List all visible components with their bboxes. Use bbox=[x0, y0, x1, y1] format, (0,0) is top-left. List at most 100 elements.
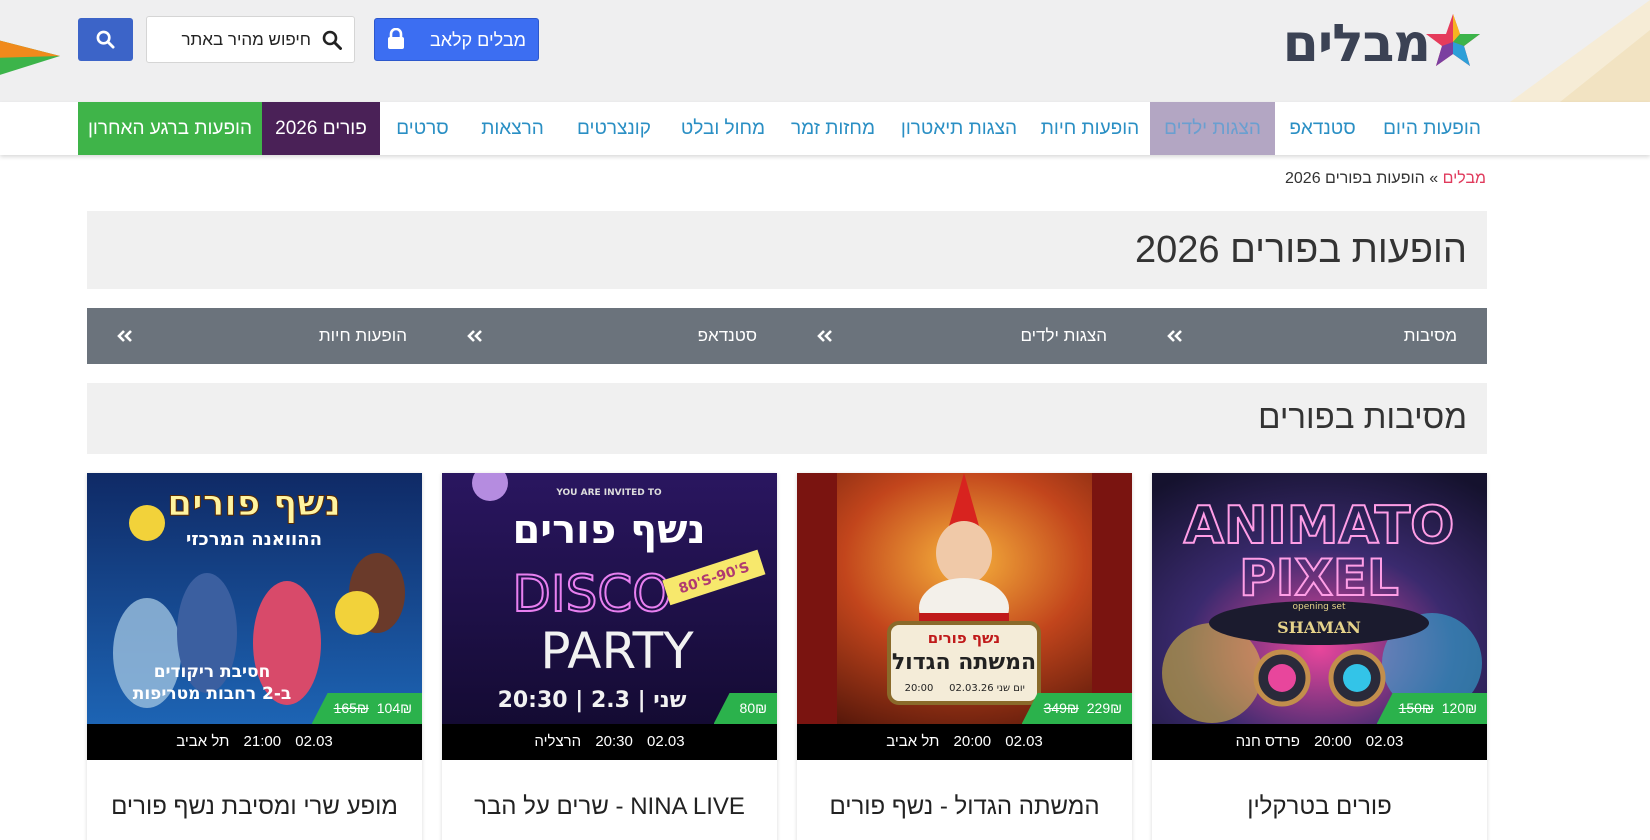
poster-subtitle-line: YOU ARE INVITED TO bbox=[555, 488, 662, 498]
event-date: 02.03 bbox=[1365, 733, 1404, 750]
event-info-bar: 02.03 20:00 פרדס חנה bbox=[1152, 724, 1487, 760]
nav-item-last-minute[interactable]: הופעות ברגע האחרון bbox=[78, 102, 262, 155]
event-city: תל אביב bbox=[176, 733, 230, 750]
poster-title-line: נשף פורים bbox=[512, 507, 705, 553]
price-current: 104₪ bbox=[376, 700, 412, 716]
subnav-label: סטנדאפ bbox=[697, 326, 757, 345]
event-card[interactable]: נשף פורים המשתה הגדול 02.03.26 יום שני 2… bbox=[797, 473, 1132, 840]
event-info-bar: 02.03 21:00 תל אביב bbox=[87, 724, 422, 760]
event-time: 20:30 bbox=[595, 733, 633, 750]
section-title: מסיבות בפורים bbox=[1258, 398, 1467, 435]
nav-item-dance-ballet[interactable]: מחול ובלט bbox=[668, 102, 778, 155]
event-name[interactable]: המשתה הגדול - נשף פורים bbox=[807, 793, 1122, 821]
poster-subtitle-line: ב-2 רחבות מטריפות bbox=[133, 684, 292, 704]
price-original: 150₪ bbox=[1398, 700, 1434, 716]
nav-item-standup[interactable]: סטנדאפ bbox=[1275, 102, 1370, 155]
nav-item-live-shows[interactable]: הופעות חיות bbox=[1030, 102, 1150, 155]
poster-title-line: נשף פורים bbox=[928, 629, 1000, 647]
event-city: הרצליה bbox=[534, 733, 582, 750]
event-time: 20:00 bbox=[1314, 733, 1352, 750]
poster-subtitle-line: opening set bbox=[1293, 602, 1346, 612]
event-info-bar: 02.03 20:00 תל אביב bbox=[797, 724, 1132, 760]
poster-title-line: המשתה הגדול bbox=[892, 650, 1036, 675]
breadcrumb-home-link[interactable]: מבלים bbox=[1443, 170, 1486, 187]
event-info-bar: 02.03 20:30 הרצליה bbox=[442, 724, 777, 760]
club-login-button[interactable]: מבלים קלאב bbox=[374, 18, 539, 61]
category-subnav: מסיבות הצגות ילדים סטנדאפ הופעות חיות bbox=[87, 308, 1487, 364]
star-logo-icon bbox=[1426, 14, 1480, 66]
event-poster-image[interactable]: נשף פורים ההוואנה המרכזי חסיבת ריקודים ב… bbox=[87, 473, 422, 724]
logo-text: מבלים bbox=[1282, 14, 1431, 74]
price-badge: 120₪ 150₪ bbox=[1376, 693, 1487, 724]
event-time: 20:00 bbox=[953, 733, 992, 750]
poster-title-line: ANIMATO bbox=[1184, 496, 1455, 556]
site-header: מבלים מבלים קלאב חיפוש מהיר באתר bbox=[0, 0, 1650, 102]
nav-item-musicals[interactable]: מחזות זמר bbox=[778, 102, 888, 155]
event-date: 02.03 bbox=[295, 733, 333, 750]
double-chevron-left-icon bbox=[117, 330, 132, 342]
event-name[interactable]: פורים בטרקלין bbox=[1162, 793, 1477, 821]
lock-icon bbox=[388, 28, 404, 49]
subnav-item-live-shows[interactable]: הופעות חיות bbox=[87, 308, 437, 364]
breadcrumb-current: הופעות בפורים 2026 bbox=[1285, 170, 1425, 187]
nav-item-movies[interactable]: סרטים bbox=[380, 102, 465, 155]
decorative-flag-shape bbox=[0, 40, 60, 75]
main-nav: הופעות היום סטנדאפ הצגות ילדים הופעות חי… bbox=[0, 102, 1650, 155]
poster-title-line: נשף פורים bbox=[167, 483, 341, 524]
search-button[interactable] bbox=[78, 18, 133, 61]
double-chevron-left-icon bbox=[1167, 330, 1182, 342]
price-current: 120₪ bbox=[1441, 700, 1477, 716]
poster-title-line: ההוואנה המרכזי bbox=[186, 529, 322, 550]
subnav-item-kids-shows[interactable]: הצגות ילדים bbox=[787, 308, 1137, 364]
event-card[interactable]: נשף פורים ההוואנה המרכזי חסיבת ריקודים ב… bbox=[87, 473, 422, 840]
search-placeholder: חיפוש מהיר באתר bbox=[181, 30, 311, 49]
event-date: 02.03 bbox=[647, 733, 685, 750]
event-name[interactable]: מופע שרי ומסיבת נשף פורים bbox=[97, 793, 412, 821]
event-time: 21:00 bbox=[243, 733, 282, 750]
event-poster-image[interactable]: ANIMATO PIXEL opening set SHAMAN bbox=[1152, 473, 1487, 724]
poster-subtitle-line: 20:00 bbox=[905, 683, 934, 694]
event-card[interactable]: ANIMATO PIXEL opening set SHAMAN 120₪ 15… bbox=[1152, 473, 1487, 840]
subnav-label: מסיבות bbox=[1403, 326, 1457, 345]
section-title-box: מסיבות בפורים bbox=[87, 383, 1487, 454]
club-button-label: מבלים קלאב bbox=[429, 30, 526, 50]
breadcrumb: מבלים » הופעות בפורים 2026 bbox=[1285, 170, 1486, 188]
search-input[interactable]: חיפוש מהיר באתר bbox=[146, 16, 355, 63]
poster-subtitle-line: חסיבת ריקודים bbox=[154, 662, 271, 682]
breadcrumb-separator: » bbox=[1429, 170, 1439, 187]
subnav-item-parties[interactable]: מסיבות bbox=[1137, 308, 1487, 364]
subnav-item-standup[interactable]: סטנדאפ bbox=[437, 308, 787, 364]
nav-item-today[interactable]: הופעות היום bbox=[1370, 102, 1494, 155]
poster-title-line: DISCO bbox=[512, 565, 671, 623]
event-card[interactable]: YOU ARE INVITED TO נשף פורים DISCO PARTY… bbox=[442, 473, 777, 840]
poster-date-line: 20:30 | 2.3 | שני bbox=[498, 688, 687, 713]
nav-item-theater[interactable]: הצגות תיאטרון bbox=[888, 102, 1030, 155]
page-title-box: הופעות בפורים 2026 bbox=[87, 211, 1487, 289]
price-badge: 229₪ 349₪ bbox=[1021, 693, 1132, 724]
event-poster-image[interactable]: YOU ARE INVITED TO נשף פורים DISCO PARTY… bbox=[442, 473, 777, 724]
double-chevron-left-icon bbox=[817, 330, 832, 342]
nav-item-concerts[interactable]: קונצרטים bbox=[560, 102, 668, 155]
site-logo[interactable]: מבלים bbox=[1278, 12, 1482, 74]
event-city: פרדס חנה bbox=[1235, 733, 1300, 750]
price-current: 229₪ bbox=[1086, 700, 1122, 716]
price-original: 165₪ bbox=[333, 700, 369, 716]
price-badge: 104₪ 165₪ bbox=[311, 693, 422, 724]
price-current: 80₪ bbox=[739, 700, 767, 716]
price-original: 349₪ bbox=[1043, 700, 1079, 716]
nav-item-lectures[interactable]: הרצאות bbox=[465, 102, 560, 155]
nav-item-kids-shows[interactable]: הצגות ילדים bbox=[1150, 102, 1275, 155]
poster-subtitle-line: SHAMAN bbox=[1277, 618, 1361, 637]
subnav-label: הופעות חיות bbox=[318, 326, 407, 345]
event-name[interactable]: NINA LIVE - שרים על הבר bbox=[452, 793, 767, 821]
page-title: הופעות בפורים 2026 bbox=[1135, 229, 1467, 271]
event-poster-image[interactable]: נשף פורים המשתה הגדול 02.03.26 יום שני 2… bbox=[797, 473, 1132, 724]
search-icon bbox=[96, 30, 115, 49]
event-city: תל אביב bbox=[886, 733, 940, 750]
double-chevron-left-icon bbox=[467, 330, 482, 342]
subnav-label: הצגות ילדים bbox=[1020, 326, 1107, 345]
poster-title-line: PARTY bbox=[540, 622, 694, 680]
nav-item-purim-2026[interactable]: פורים 2026 bbox=[262, 102, 380, 155]
search-icon bbox=[322, 30, 342, 50]
poster-subtitle-line: 02.03.26 יום שני bbox=[949, 683, 1025, 694]
